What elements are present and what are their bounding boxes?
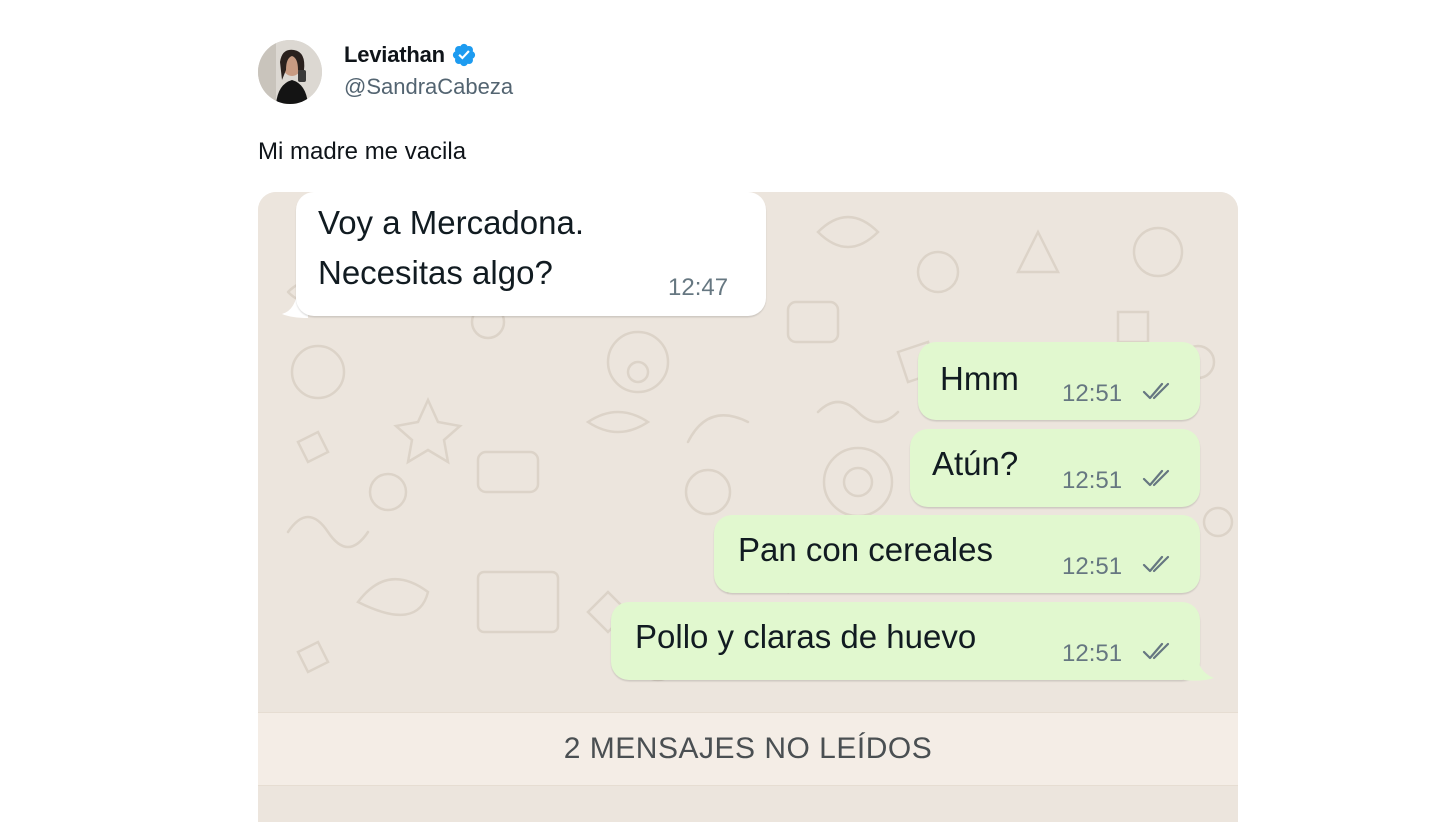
outgoing-message[interactable]: Hmm 12:51 — [918, 342, 1200, 420]
outgoing-message[interactable]: Pollo y claras de huevo 12:51 — [611, 602, 1200, 680]
tweet-media-screenshot[interactable]: Voy a Mercadona. Necesitas algo? 12:47 H… — [258, 192, 1238, 822]
outgoing-message-time: 12:51 — [1062, 553, 1123, 580]
author-handle[interactable]: @SandraCabeza — [344, 74, 513, 100]
unread-messages-banner: 2 MENSAJES NO LEÍDOS — [258, 712, 1238, 786]
tweet-text: Mi madre me vacila — [258, 138, 467, 165]
incoming-message[interactable]: Voy a Mercadona. Necesitas algo? 12:47 — [296, 192, 766, 316]
outgoing-message-text: Pollo y claras de huevo — [635, 618, 977, 655]
double-check-icon — [1142, 555, 1170, 573]
outgoing-message[interactable]: Atún? 12:51 — [910, 429, 1200, 507]
incoming-message-line-2: Necesitas algo? — [318, 254, 553, 291]
unread-messages-label: 2 MENSAJES NO LEÍDOS — [563, 732, 933, 765]
outgoing-message-time: 12:51 — [1062, 380, 1123, 407]
double-check-icon — [1142, 382, 1170, 400]
outgoing-bubble-tail — [1184, 652, 1214, 681]
author-block: Leviathan @SandraCabeza — [344, 42, 513, 100]
author-name-row: Leviathan — [344, 42, 513, 68]
outgoing-message-text: Atún? — [932, 445, 1019, 482]
author-name[interactable]: Leviathan — [344, 42, 445, 68]
outgoing-message-time: 12:51 — [1062, 640, 1123, 667]
outgoing-message-text: Hmm — [940, 360, 1019, 397]
outgoing-message-time: 12:51 — [1062, 467, 1123, 494]
double-check-icon — [1142, 469, 1170, 487]
avatar[interactable] — [258, 40, 322, 104]
incoming-message-line-1: Voy a Mercadona. — [318, 204, 584, 241]
double-check-icon — [1142, 642, 1170, 660]
incoming-message-time: 12:47 — [668, 274, 729, 301]
verified-badge-icon — [452, 43, 476, 67]
avatar-photo — [258, 40, 322, 104]
outgoing-message[interactable]: Pan con cereales 12:51 — [714, 515, 1200, 593]
outgoing-message-text: Pan con cereales — [738, 531, 993, 568]
